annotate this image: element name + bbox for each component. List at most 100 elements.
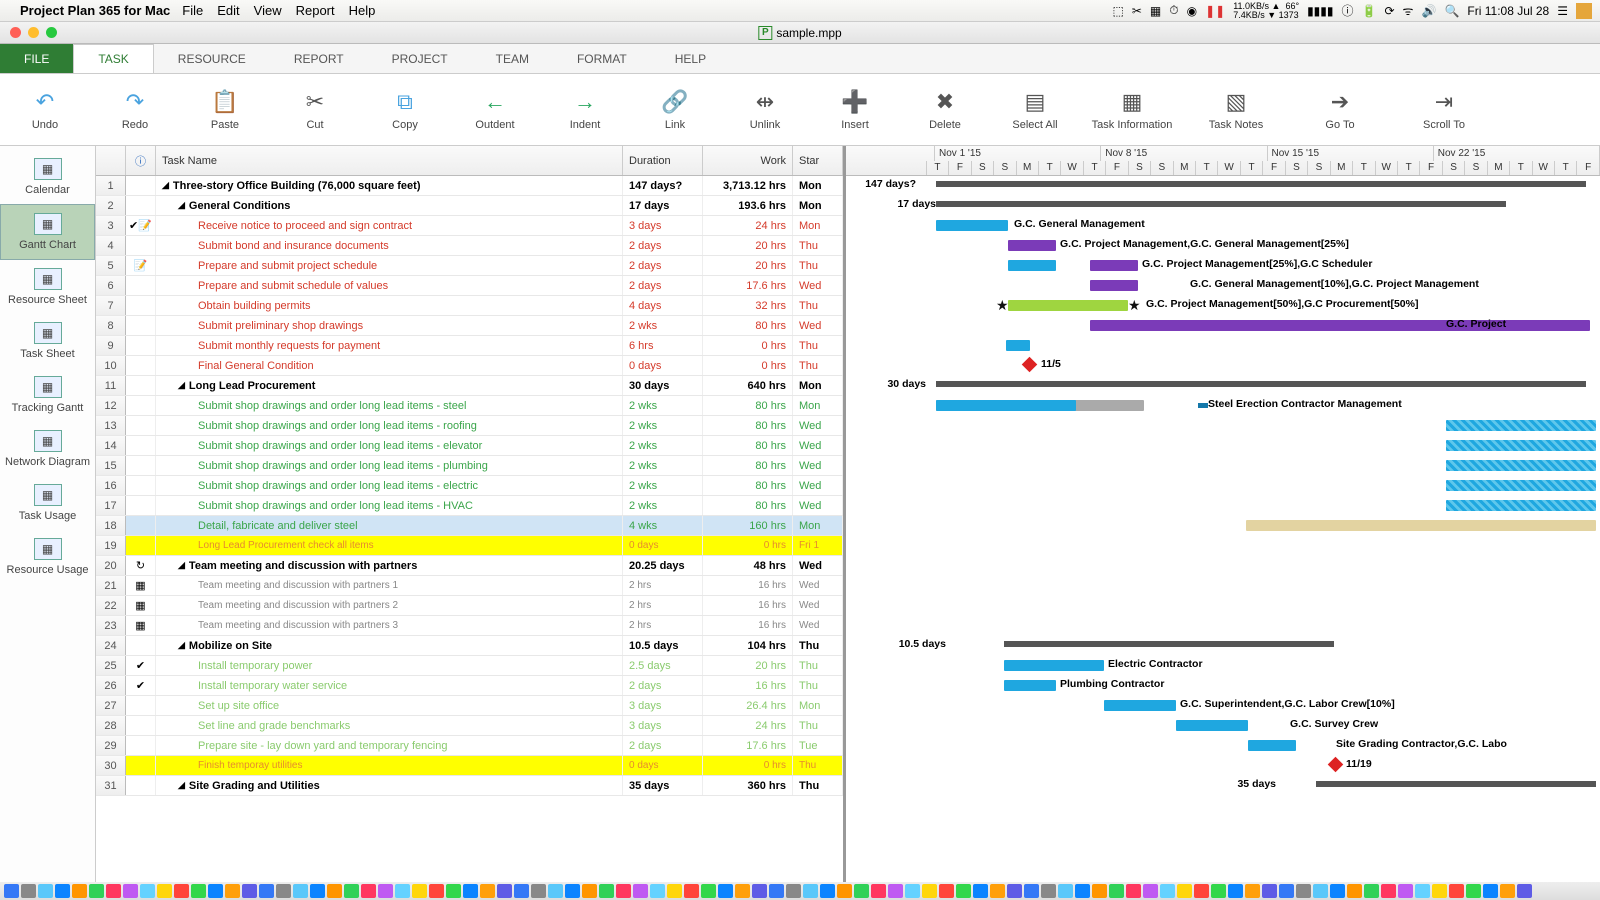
task-row[interactable]: 4Submit bond and insurance documents2 da… <box>96 236 843 256</box>
dock-app-icon[interactable] <box>293 884 308 898</box>
dock-app-icon[interactable] <box>1313 884 1328 898</box>
dock-app-icon[interactable] <box>446 884 461 898</box>
summary-bar[interactable] <box>936 381 1586 387</box>
day-header[interactable]: S <box>1129 161 1151 176</box>
dock-app-icon[interactable] <box>174 884 189 898</box>
dock[interactable] <box>0 882 1600 900</box>
tool-outdent[interactable]: ←Outdent <box>450 74 540 145</box>
day-header[interactable]: S <box>972 161 994 176</box>
start-cell[interactable]: Thu <box>793 676 843 695</box>
row-number[interactable]: 30 <box>96 756 126 775</box>
dock-app-icon[interactable] <box>1279 884 1294 898</box>
week-header[interactable]: Nov 22 '15 <box>1434 146 1600 161</box>
work-cell[interactable]: 80 hrs <box>703 316 793 335</box>
duration-cell[interactable]: 2 days <box>623 276 703 295</box>
start-cell[interactable]: Fri 1 <box>793 536 843 555</box>
dock-app-icon[interactable] <box>395 884 410 898</box>
gantt-row[interactable] <box>846 516 1600 536</box>
duration-cell[interactable]: 2 wks <box>623 436 703 455</box>
menu-file[interactable]: File <box>182 3 203 18</box>
col-work[interactable]: Work <box>703 146 793 175</box>
day-header[interactable]: F <box>1420 161 1442 176</box>
dock-app-icon[interactable] <box>1007 884 1022 898</box>
gantt-row[interactable]: 11/19 <box>846 756 1600 776</box>
duration-cell[interactable]: 0 days <box>623 756 703 775</box>
gantt-row[interactable] <box>846 576 1600 596</box>
day-header[interactable]: T <box>1241 161 1263 176</box>
tool-link[interactable]: 🔗Link <box>630 74 720 145</box>
duration-cell[interactable]: 2 days <box>623 676 703 695</box>
start-cell[interactable]: Mon <box>793 176 843 195</box>
work-cell[interactable]: 80 hrs <box>703 496 793 515</box>
work-cell[interactable]: 80 hrs <box>703 416 793 435</box>
tool-undo[interactable]: ↶Undo <box>0 74 90 145</box>
task-row[interactable]: 3✔📝Receive notice to proceed and sign co… <box>96 216 843 236</box>
task-name-cell[interactable]: Submit shop drawings and order long lead… <box>156 496 623 515</box>
task-bar[interactable] <box>1446 440 1596 451</box>
dock-app-icon[interactable] <box>106 884 121 898</box>
task-name-cell[interactable]: ◢ Long Lead Procurement <box>156 376 623 395</box>
duration-cell[interactable]: 2 days <box>623 736 703 755</box>
task-bar[interactable] <box>1104 700 1176 711</box>
dock-app-icon[interactable] <box>1500 884 1515 898</box>
dock-app-icon[interactable] <box>463 884 478 898</box>
dock-app-icon[interactable] <box>633 884 648 898</box>
gantt-row[interactable]: 147 days? <box>846 176 1600 196</box>
task-name-cell[interactable]: Submit shop drawings and order long lead… <box>156 476 623 495</box>
start-cell[interactable]: Mon <box>793 376 843 395</box>
gantt-row[interactable] <box>846 476 1600 496</box>
dock-app-icon[interactable] <box>242 884 257 898</box>
task-row[interactable]: 5📝Prepare and submit project schedule2 d… <box>96 256 843 276</box>
grid-icon[interactable]: ▦ <box>1150 4 1161 18</box>
work-cell[interactable]: 20 hrs <box>703 256 793 275</box>
tool-copy[interactable]: ⧉Copy <box>360 74 450 145</box>
start-cell[interactable]: Wed <box>793 436 843 455</box>
task-name-cell[interactable]: Submit shop drawings and order long lead… <box>156 416 623 435</box>
gantt-row[interactable] <box>846 436 1600 456</box>
duration-cell[interactable]: 2 wks <box>623 416 703 435</box>
task-row[interactable]: 6Prepare and submit schedule of values2 … <box>96 276 843 296</box>
day-header[interactable]: F <box>1106 161 1128 176</box>
day-header[interactable]: F <box>1577 161 1599 176</box>
summary-bar[interactable] <box>936 181 1586 187</box>
task-bar[interactable] <box>1176 720 1248 731</box>
duration-cell[interactable]: 2 wks <box>623 316 703 335</box>
row-number[interactable]: 9 <box>96 336 126 355</box>
dock-app-icon[interactable] <box>1092 884 1107 898</box>
dock-app-icon[interactable] <box>1415 884 1430 898</box>
info-icon[interactable]: ⓘ <box>1342 2 1354 19</box>
tab-report[interactable]: REPORT <box>270 44 368 73</box>
dock-app-icon[interactable] <box>922 884 937 898</box>
dock-app-icon[interactable] <box>752 884 767 898</box>
app-name[interactable]: Project Plan 365 for Mac <box>20 3 170 18</box>
start-cell[interactable]: Mon <box>793 696 843 715</box>
tool-cut[interactable]: ✂Cut <box>270 74 360 145</box>
row-number[interactable]: 19 <box>96 536 126 555</box>
tool-insert[interactable]: ➕Insert <box>810 74 900 145</box>
start-cell[interactable]: Wed <box>793 276 843 295</box>
dock-app-icon[interactable] <box>157 884 172 898</box>
task-row[interactable]: 16Submit shop drawings and order long le… <box>96 476 843 496</box>
task-name-cell[interactable]: ◢ Mobilize on Site <box>156 636 623 655</box>
gantt-row[interactable]: G.C. Project Management,G.C. General Man… <box>846 236 1600 256</box>
dock-app-icon[interactable] <box>1398 884 1413 898</box>
summary-bar[interactable] <box>1004 641 1334 647</box>
work-cell[interactable]: 104 hrs <box>703 636 793 655</box>
work-cell[interactable]: 16 hrs <box>703 576 793 595</box>
zoom-button[interactable] <box>46 27 57 38</box>
dock-app-icon[interactable] <box>735 884 750 898</box>
dock-app-icon[interactable] <box>191 884 206 898</box>
dock-app-icon[interactable] <box>1228 884 1243 898</box>
battery-icon[interactable]: 🔋 <box>1362 4 1377 18</box>
work-cell[interactable]: 193.6 hrs <box>703 196 793 215</box>
task-bar[interactable] <box>1008 260 1056 271</box>
notification-icon[interactable]: ☰ <box>1557 4 1568 18</box>
task-bar[interactable] <box>936 220 1008 231</box>
gantt-row[interactable] <box>846 596 1600 616</box>
task-bar[interactable] <box>1248 740 1296 751</box>
row-number[interactable]: 4 <box>96 236 126 255</box>
dock-app-icon[interactable] <box>718 884 733 898</box>
dock-app-icon[interactable] <box>854 884 869 898</box>
dock-app-icon[interactable] <box>1075 884 1090 898</box>
work-cell[interactable]: 24 hrs <box>703 216 793 235</box>
